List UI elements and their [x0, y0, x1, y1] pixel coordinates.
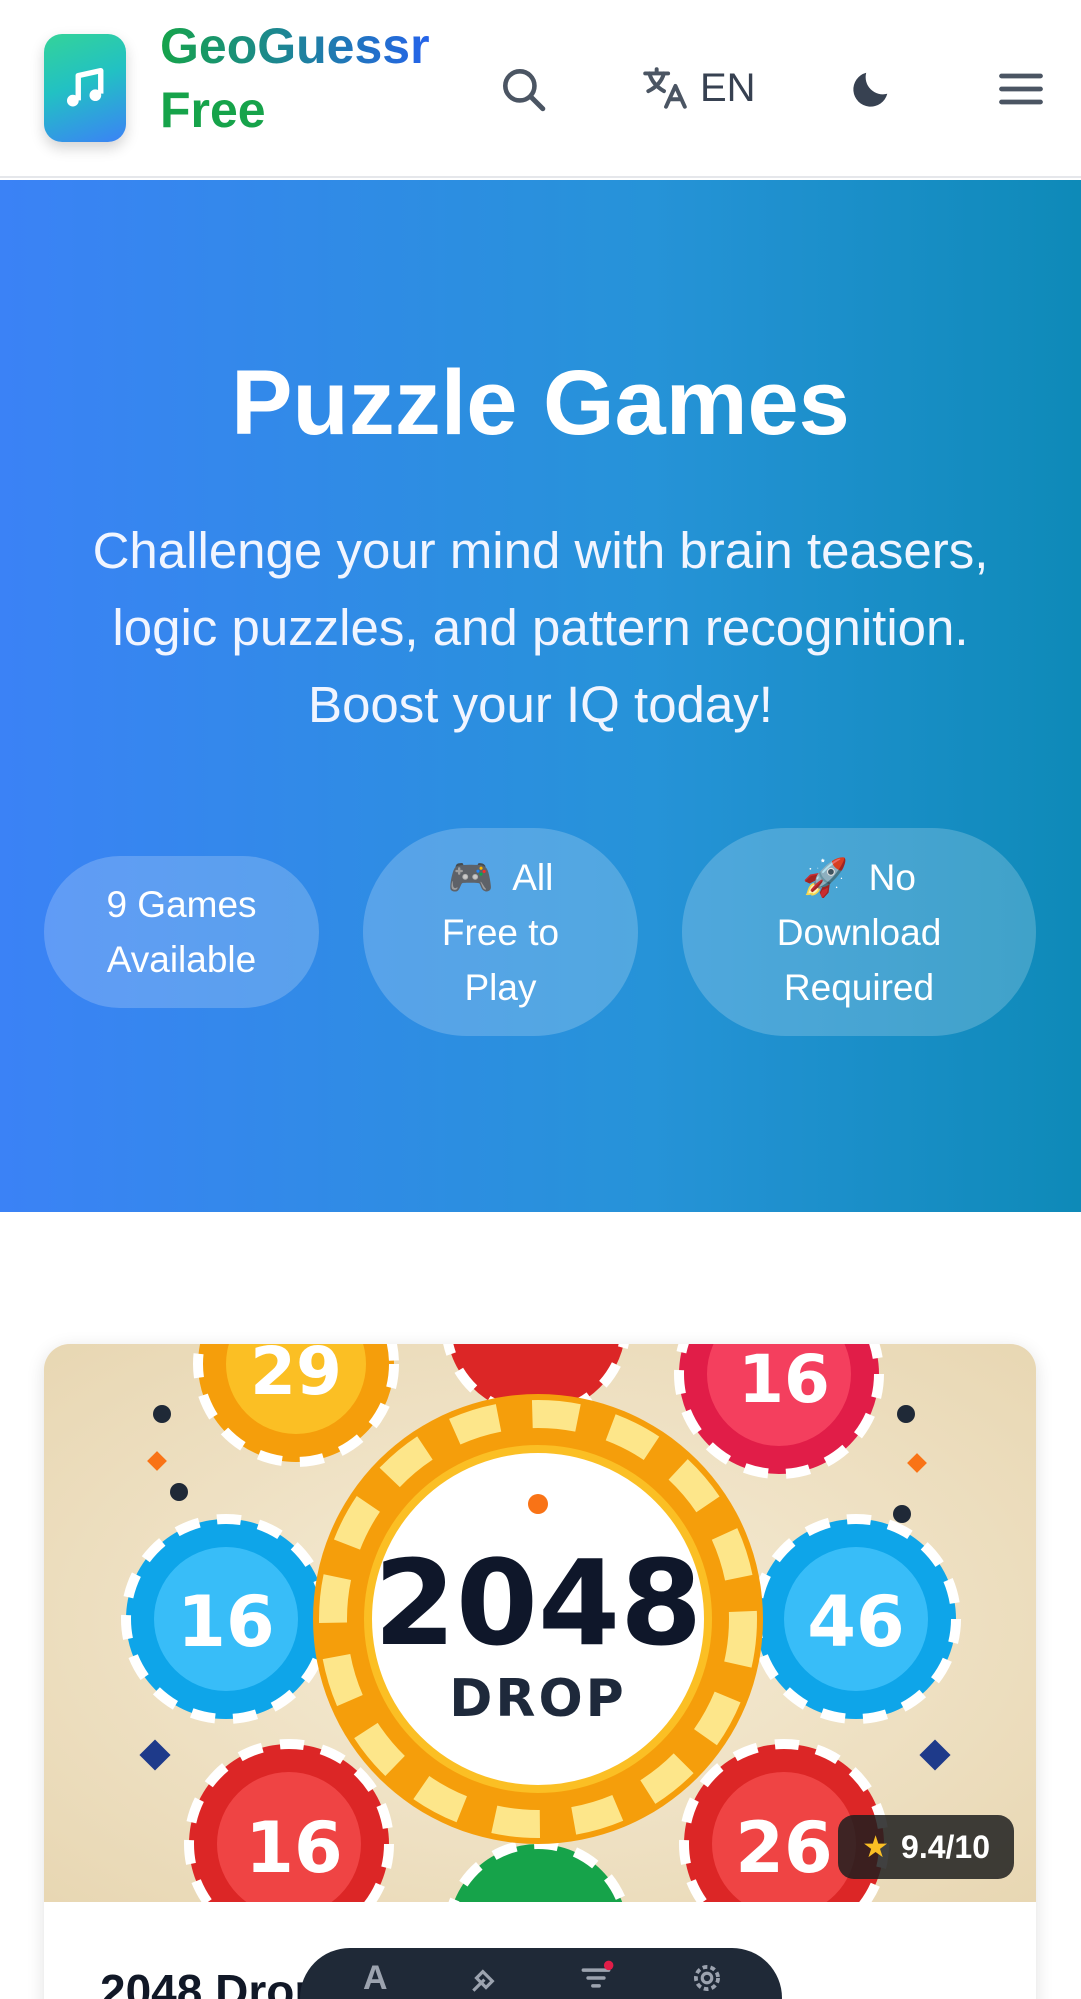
broom-icon-svg [471, 1969, 495, 1992]
brand-line-1: GeoGuessr [160, 14, 430, 78]
language-button[interactable]: EN [640, 56, 756, 120]
stat-pill-no-download: 🚀 No Download Required [682, 828, 1036, 1036]
menu-button[interactable] [990, 58, 1052, 120]
center-chip-word: DROP [449, 1669, 627, 1729]
center-chip-number: 2048 [374, 1534, 702, 1672]
rating-badge: ★ 9.4/10 [838, 1815, 1014, 1879]
game-card[interactable]: 29 16 16 46 16 26 2048 DROP ★ 9.4/10 204… [44, 1344, 1036, 1999]
chip-label: 46 [807, 1581, 904, 1663]
page-title: Puzzle Games [231, 352, 850, 454]
chip-label: 29 [250, 1344, 342, 1410]
site-header: GeoGuessr Free EN [0, 0, 1081, 178]
pill-content: 🚀 No Download Required [764, 850, 954, 1015]
language-label: EN [700, 65, 756, 110]
game-thumbnail[interactable]: 29 16 16 46 16 26 2048 DROP ★ 9.4/10 [44, 1344, 1036, 1902]
chip-blue-left: 16 [121, 1514, 331, 1724]
pill-text: 9 Games Available [106, 884, 257, 980]
rocket-icon: 🚀 [802, 856, 849, 898]
music-note-icon [67, 67, 104, 107]
brand-line-2: Free [160, 82, 266, 138]
pill-content: 🎮 All Free to Play [426, 850, 576, 1015]
hero-banner: Puzzle Games Challenge your mind with br… [0, 180, 1081, 1212]
search-button[interactable] [492, 58, 554, 120]
chip-label: 16 [177, 1581, 274, 1663]
stat-pill-free: 🎮 All Free to Play [363, 828, 638, 1036]
brand-name[interactable]: GeoGuessr Free [160, 14, 430, 142]
chip-label: 16 [738, 1344, 830, 1418]
hamburger-menu-icon [999, 73, 1043, 105]
stat-pill-games-count: 9 Games Available [44, 856, 319, 1008]
moon-icon [853, 72, 888, 107]
text-glyph: A [362, 1958, 388, 1997]
filter-icon[interactable] [572, 1954, 620, 1999]
star-icon: ★ [862, 1830, 890, 1864]
chip-label: 16 [245, 1807, 342, 1889]
translate-icon [643, 67, 687, 109]
text-icon[interactable]: A [351, 1954, 399, 1999]
floating-toolbar: A [300, 1948, 782, 1999]
broom-icon[interactable] [462, 1954, 510, 1999]
chip-label: 26 [735, 1807, 832, 1889]
search-icon [503, 69, 546, 112]
rating-value: 9.4/10 [901, 1828, 990, 1865]
logo-icon[interactable] [44, 34, 126, 142]
filter-icon-svg [581, 1960, 614, 1988]
gamepad-icon: 🎮 [447, 856, 494, 898]
page-subtitle: Challenge your mind with brain teasers, … [92, 522, 989, 733]
settings-icon[interactable] [683, 1954, 731, 1999]
theme-toggle-button[interactable] [840, 58, 902, 120]
center-chip: 2048 DROP [313, 1394, 763, 1844]
chip-blue-right: 46 [751, 1514, 961, 1724]
game-title[interactable]: 2048 Drop [100, 1964, 322, 1999]
gear-icon [693, 1965, 720, 1991]
